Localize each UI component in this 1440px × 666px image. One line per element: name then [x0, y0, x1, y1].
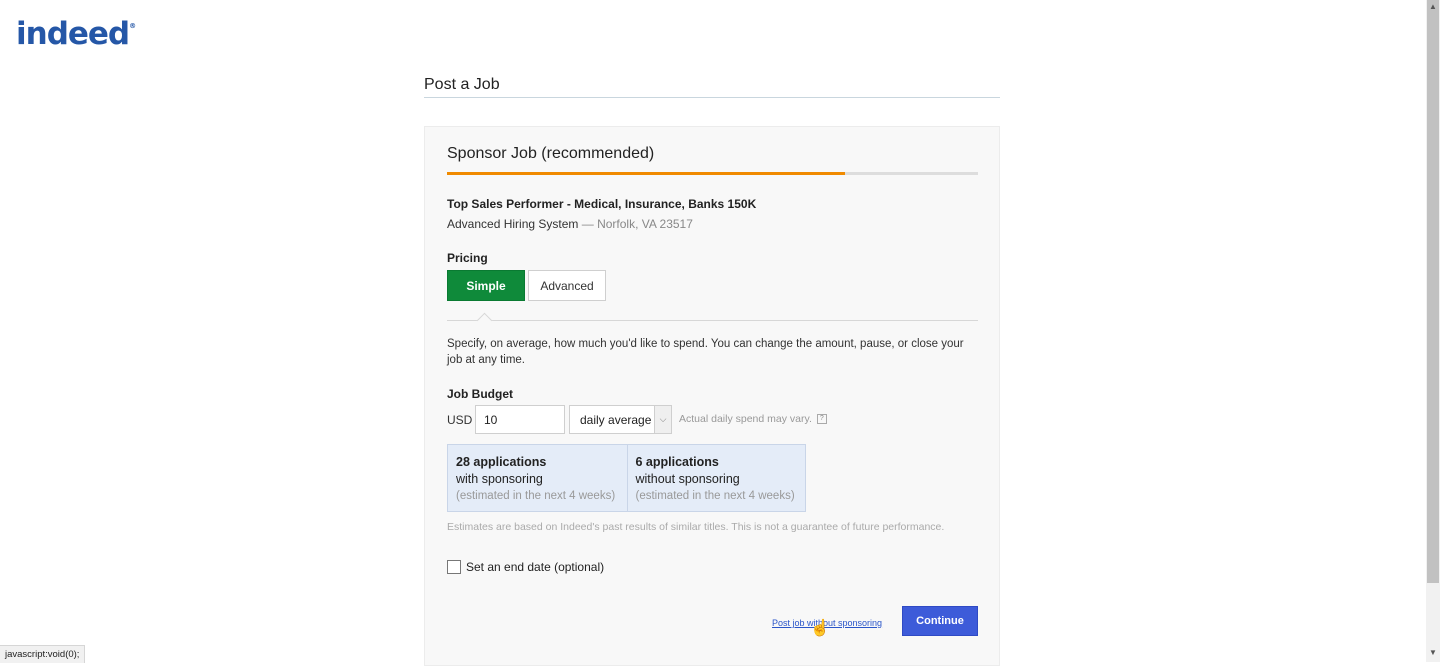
- pricing-simple-button[interactable]: Simple: [447, 270, 525, 301]
- scroll-down-icon[interactable]: ▼: [1426, 646, 1440, 660]
- pricing-divider: [447, 320, 978, 321]
- estimate-without-count: 6 applications: [635, 455, 719, 469]
- estimate-with-note: (estimated in the next 4 weeks): [456, 490, 616, 502]
- location-separator: —: [578, 217, 598, 231]
- browser-status-bar: javascript:void(0);: [0, 645, 86, 663]
- budget-amount-input[interactable]: [475, 405, 565, 434]
- hand-cursor-icon: ☝: [810, 620, 830, 637]
- end-date-option[interactable]: Set an end date (optional): [447, 560, 604, 574]
- estimate-with-count: 28 applications: [456, 455, 547, 469]
- title-divider: [424, 97, 1000, 98]
- job-title: Top Sales Performer - Medical, Insurance…: [447, 197, 757, 211]
- indeed-logo[interactable]: indeed®: [16, 16, 136, 52]
- job-company-location: Advanced Hiring System — Norfolk, VA 235…: [447, 217, 693, 231]
- page-scrollbar[interactable]: ▲ ▼: [1426, 0, 1440, 662]
- job-location: Norfolk, VA 23517: [597, 217, 693, 231]
- chevron-down-icon[interactable]: ⌵: [654, 406, 671, 433]
- pricing-pointer: [476, 312, 493, 329]
- card-title: Sponsor Job (recommended): [447, 145, 655, 162]
- end-date-label[interactable]: Set an end date (optional): [466, 560, 604, 574]
- budget-frequency-select[interactable]: daily average ⌵: [569, 405, 672, 434]
- scrollbar-thumb[interactable]: [1427, 0, 1439, 583]
- estimate-without-sponsoring: 6 applications without sponsoring (estim…: [626, 445, 806, 511]
- daily-spend-note: Actual daily spend may vary. ?: [679, 413, 827, 425]
- company-name: Advanced Hiring System: [447, 217, 579, 231]
- page-title: Post a Job: [424, 76, 500, 93]
- help-icon[interactable]: ?: [816, 414, 827, 425]
- progress-fill: [447, 172, 846, 175]
- application-estimates: 28 applications with sponsoring (estimat…: [447, 444, 806, 512]
- currency-label: USD: [447, 413, 473, 427]
- continue-button[interactable]: Continue: [902, 606, 978, 636]
- estimates-disclaimer: Estimates are based on Indeed's past res…: [447, 521, 945, 533]
- estimate-with-sponsoring: 28 applications with sponsoring (estimat…: [448, 445, 627, 511]
- estimate-with-label: with sponsoring: [456, 472, 543, 486]
- pricing-description: Specify, on average, how much you'd like…: [447, 338, 964, 366]
- job-budget-label: Job Budget: [447, 387, 513, 401]
- progress-bar: [447, 172, 978, 175]
- end-date-checkbox[interactable]: [447, 560, 461, 574]
- daily-spend-note-text: Actual daily spend may vary.: [679, 413, 812, 425]
- estimate-without-label: without sponsoring: [635, 472, 740, 486]
- sponsor-job-card: Sponsor Job (recommended) Top Sales Perf…: [424, 126, 1000, 666]
- pricing-advanced-button[interactable]: Advanced: [528, 270, 606, 301]
- budget-frequency-value: daily average: [580, 413, 652, 427]
- estimate-without-note: (estimated in the next 4 weeks): [635, 490, 795, 502]
- pricing-label: Pricing: [447, 251, 488, 265]
- scroll-up-icon[interactable]: ▲: [1426, 0, 1440, 14]
